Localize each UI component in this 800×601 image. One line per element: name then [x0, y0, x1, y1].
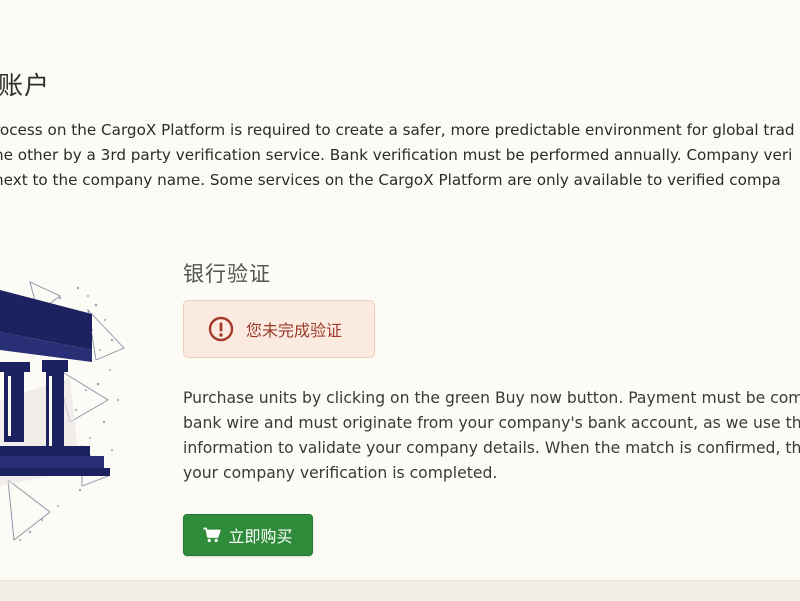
- page-title: 账户: [0, 71, 51, 100]
- intro-text: rocess on the CargoX Platform is require…: [0, 118, 795, 193]
- bank-building-icon: [0, 281, 125, 541]
- intro-line: rocess on the CargoX Platform is require…: [0, 121, 795, 139]
- description: Purchase units by clicking on the green …: [183, 386, 800, 486]
- intro-line: next to the company name. Some services …: [0, 171, 781, 189]
- buy-now-label: 立即购买: [228, 527, 293, 546]
- card-bottom-edge: [0, 580, 800, 601]
- bank-verification-section: 银行验证 您未完成验证 Purchase units by clicking o…: [183, 258, 800, 556]
- description-line: Purchase units by clicking on the green …: [183, 389, 800, 407]
- exclamation-circle-icon: [208, 316, 234, 342]
- status-text: 您未完成验证: [246, 321, 343, 340]
- shopping-cart-icon: [203, 527, 222, 543]
- account-card: 账户 rocess on the CargoX Platform is requ…: [0, 0, 800, 582]
- intro-line: he other by a 3rd party verification ser…: [0, 146, 793, 164]
- bank-illustration: [0, 250, 140, 550]
- description-line: information to validate your company det…: [183, 439, 800, 457]
- verification-status-badge: 您未完成验证: [183, 300, 375, 358]
- description-line: your company verification is completed.: [183, 464, 498, 482]
- section-title: 银行验证: [183, 262, 271, 286]
- description-line: bank wire and must originate from your c…: [183, 414, 800, 432]
- buy-now-button[interactable]: 立即购买: [183, 514, 313, 556]
